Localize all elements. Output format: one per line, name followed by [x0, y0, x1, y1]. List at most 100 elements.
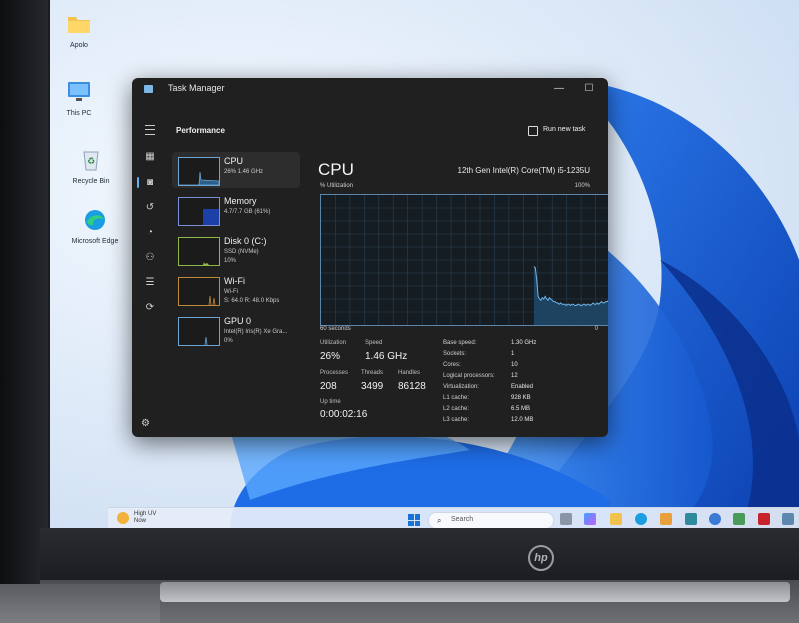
desktop-icon-label: Apolo	[70, 42, 88, 49]
spec-key: Virtualization:	[443, 384, 479, 390]
resource-detail: 4.7/7.7 GB (61%)	[224, 209, 271, 215]
resource-name: GPU 0	[224, 316, 252, 326]
resource-memory[interactable]: Memory 4.7/7.7 GB (61%)	[172, 192, 300, 228]
title-bar[interactable]: Task Manager — ☐ ✕	[132, 78, 608, 100]
search-icon: ⌕	[437, 516, 442, 525]
startup-apps-icon[interactable]: ◔	[144, 227, 156, 239]
spec-key: L1 cache:	[443, 395, 470, 401]
minimize-button[interactable]: —	[550, 81, 568, 97]
task-manager-app-icon	[144, 85, 153, 93]
graph-axis-left: 60 seconds	[320, 326, 351, 332]
photos-icon[interactable]	[709, 513, 721, 525]
users-icon[interactable]: ⚇	[144, 252, 156, 264]
mcafee-icon[interactable]	[758, 513, 770, 525]
weather-icon[interactable]	[117, 512, 129, 524]
monitor-icon	[68, 82, 90, 101]
cpu-thumbnail	[178, 157, 220, 186]
spec-key: Cores:	[443, 362, 461, 368]
utilization-value: 26%	[320, 351, 341, 362]
handles-label: Handles	[398, 370, 421, 376]
store-icon[interactable]	[660, 513, 672, 525]
desktop-icon-folder[interactable]: Apolo	[53, 12, 105, 50]
spec-key: Sockets:	[443, 351, 467, 357]
spec-value: 1.30 GHz	[511, 340, 537, 346]
resource-detail: Intel(R) Iris(R) Xe Gra...	[224, 329, 288, 335]
desktop-icon-label: Microsoft Edge	[71, 238, 119, 245]
spec-value: 928 KB	[511, 395, 531, 401]
utilization-label: Utilization	[320, 340, 347, 346]
resource-name: CPU	[224, 156, 244, 166]
cpu-model-name: 12th Gen Intel(R) Core(TM) i5-1235U	[457, 166, 591, 175]
processes-icon[interactable]: ▦	[144, 151, 156, 163]
desktop-screen: Apolo This PC ♻ Recycle Bin Microsoft Ed…	[50, 0, 799, 530]
processes-label: Processes	[320, 370, 349, 376]
spec-key: L2 cache:	[443, 406, 470, 412]
task-manager-icon[interactable]	[782, 513, 794, 525]
spec-value: Enabled	[511, 384, 534, 390]
copilot-icon[interactable]	[584, 513, 596, 525]
edge-icon	[85, 210, 105, 230]
processes-value: 208	[320, 381, 337, 392]
weather-line-1: High UV	[134, 511, 157, 517]
memory-fill	[203, 208, 219, 225]
uptime-value: 0:00:02:16	[320, 409, 368, 420]
hamburger-menu-icon[interactable]	[145, 125, 155, 135]
desktop-icon-edge[interactable]: Microsoft Edge	[69, 208, 121, 246]
spec-key: Logical processors:	[443, 373, 495, 379]
spec-value: 12.0 MB	[511, 417, 534, 423]
laptop-base-left	[0, 584, 160, 623]
weather-widget[interactable]: High UV Now	[134, 511, 156, 525]
resource-detail-2: S: 64.0 R: 48.0 Kbps	[224, 298, 280, 304]
memory-thumbnail	[178, 197, 220, 226]
mail-icon[interactable]	[685, 513, 697, 525]
graph-label: % Utilization	[320, 183, 354, 189]
desktop-icon-recycle-bin[interactable]: ♻ Recycle Bin	[65, 148, 117, 186]
resource-wifi[interactable]: Wi-Fi Wi-Fi S: 64.0 R: 48.0 Kbps	[172, 272, 300, 308]
page-title: Performance	[176, 126, 225, 135]
resource-cpu[interactable]: CPU 26% 1.46 GHz	[172, 152, 300, 188]
wifi-thumbnail	[178, 277, 220, 306]
task-manager-window: Task Manager — ☐ ✕ Performance Run new t…	[132, 78, 608, 437]
cpu-graph-svg	[321, 195, 608, 325]
disk-thumbnail	[178, 237, 220, 266]
edge-icon[interactable]	[635, 513, 647, 525]
folder-icon	[68, 17, 90, 33]
resource-disk[interactable]: Disk 0 (C:) SSD (NVMe) 10%	[172, 232, 300, 268]
desktop-icon-label: This PC	[66, 110, 92, 117]
spec-key: L3 cache:	[443, 417, 470, 423]
gpu-thumbnail	[178, 317, 220, 346]
app-history-icon[interactable]: ↺	[144, 202, 156, 214]
desktop-icon-this-pc[interactable]: This PC	[53, 80, 105, 118]
run-new-task-icon[interactable]	[528, 126, 538, 136]
resource-gpu[interactable]: GPU 0 Intel(R) Iris(R) Xe Gra... 0%	[172, 312, 300, 348]
resource-detail: Wi-Fi	[224, 289, 238, 295]
laptop-bezel-bottom	[40, 528, 799, 584]
settings-icon[interactable]: ⚙	[141, 418, 153, 430]
recycle-bin-icon: ♻	[83, 151, 99, 171]
resource-detail: SSD (NVMe)	[224, 249, 259, 255]
graph-max-label: 100%	[574, 183, 590, 189]
resource-detail-2: 0%	[224, 338, 233, 344]
maximize-button[interactable]: ☐	[580, 81, 598, 97]
resource-detail: 26% 1.46 GHz	[224, 169, 264, 175]
spec-value: 6.5 MB	[511, 406, 531, 412]
details-icon[interactable]: ☰	[144, 277, 156, 289]
task-view-icon[interactable]	[560, 513, 572, 525]
spec-value: 10	[511, 362, 518, 368]
spec-value: 12	[511, 373, 518, 379]
resource-name: Memory	[224, 196, 257, 206]
desktop-icon-label: Recycle Bin	[72, 178, 110, 185]
performance-icon[interactable]: ◙	[144, 177, 156, 189]
start-button[interactable]	[408, 514, 420, 526]
run-new-task-button[interactable]: Run new task	[543, 126, 585, 133]
threads-label: Threads	[361, 370, 384, 376]
chrome-icon[interactable]	[733, 513, 745, 525]
file-explorer-icon[interactable]	[610, 513, 622, 525]
resource-detail-2: 10%	[224, 258, 237, 264]
cpu-utilization-graph	[320, 194, 608, 326]
hp-logo: hp	[528, 545, 554, 571]
services-icon[interactable]: ⟳	[144, 302, 156, 314]
search-box[interactable]: ⌕ Search	[428, 512, 554, 529]
laptop-hinge	[160, 582, 790, 602]
search-placeholder: Search	[451, 516, 474, 523]
